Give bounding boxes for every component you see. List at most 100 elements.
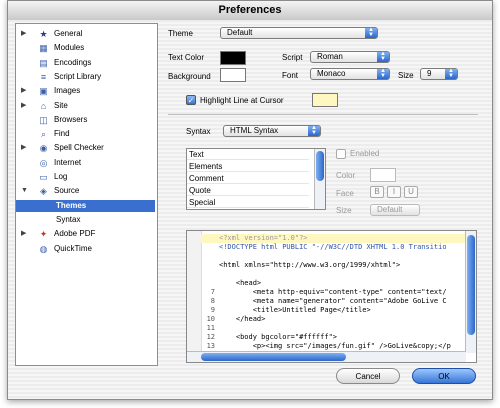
sidebar-item-syntax[interactable]: Syntax [16, 214, 155, 226]
script-popup[interactable]: Roman ▲ ▼ [310, 51, 390, 63]
sidebar-item-label: Images [54, 86, 81, 96]
sidebar-item-internet[interactable]: ◎ Internet [16, 157, 155, 169]
popup-arrows-icon: ▲ ▼ [377, 68, 389, 79]
code-horizontal-scrollbar[interactable] [187, 351, 466, 362]
sidebar-item-label: General [54, 29, 83, 38]
encodings-icon: ▤ [39, 57, 48, 68]
sidebar-item-label: Themes [56, 200, 87, 210]
enabled-checkbox[interactable] [336, 149, 346, 159]
syntax-elements-list[interactable]: Text Elements Comment Quote Special [186, 148, 326, 210]
sidebar-item-site[interactable]: ▶ ⌂ Site [16, 100, 155, 112]
sidebar-item-label: Encodings [54, 57, 92, 67]
sidebar-item-find[interactable]: ⌕ Find [16, 128, 155, 140]
script-label: Script [282, 53, 303, 62]
disclosure-closed-icon[interactable]: ▶ [21, 100, 26, 112]
sidebar-item-images[interactable]: ▶ ▣ Images [16, 85, 155, 97]
code-vertical-scrollbar[interactable] [465, 231, 476, 353]
highlight-line-checkbox[interactable]: ✓ [186, 95, 196, 105]
code-line: 11 [201, 324, 465, 333]
code-preview[interactable]: <?xml version="1.0"?> <!DOCTYPE html PUBL… [186, 230, 477, 363]
theme-label: Theme [168, 29, 193, 38]
disclosure-closed-icon[interactable]: ▶ [21, 28, 26, 40]
code-text: <body bgcolor="#ffffff"> [219, 333, 338, 341]
element-size-popup[interactable]: Default [370, 204, 420, 216]
line-number: 12 [206, 333, 215, 341]
underline-button[interactable]: U [404, 186, 418, 198]
code-line: 9 <title>Untitled Page</title> [201, 306, 465, 315]
sidebar-item-script-library[interactable]: ≡ Script Library [16, 71, 155, 83]
title-bar[interactable]: Preferences [8, 1, 492, 21]
line-number: 8 [210, 297, 215, 305]
modules-icon: ▦ [39, 43, 48, 54]
sidebar-item-label: Browsers [54, 114, 88, 124]
cancel-button[interactable]: Cancel [336, 368, 400, 384]
sidebar-item-encodings[interactable]: ▤ Encodings [16, 57, 155, 69]
code-text: <meta http-equiv="content-type" content=… [219, 288, 447, 296]
sidebar-item-quicktime[interactable]: ◍ QuickTime [16, 243, 155, 255]
font-label: Font [282, 71, 299, 80]
scroll-thumb[interactable] [467, 235, 475, 335]
syntax-popup-value: HTML Syntax [230, 126, 279, 135]
font-popup[interactable]: Monaco ▲ ▼ [310, 68, 390, 80]
color-label: Color [336, 171, 356, 180]
sidebar-item-label: Site [54, 100, 68, 110]
sidebar-item-label: Log [54, 172, 68, 181]
themes-pane: Theme Default ▲ ▼ Text Color Script Roman… [168, 23, 478, 365]
scroll-thumb[interactable] [316, 151, 324, 181]
preferences-sidebar: ▶ ★ General ▦ Modules ▤ Encodings ≡ Script Libra… [15, 23, 158, 366]
code-gutter [187, 231, 202, 362]
scroll-thumb[interactable] [201, 353, 346, 361]
size-popup-value: 9 [427, 69, 432, 78]
code-text: </head> [219, 315, 266, 323]
code-text: <title>Untitled Page</title> [219, 306, 371, 314]
list-item[interactable]: Special [187, 198, 309, 208]
italic-button[interactable]: I [387, 186, 401, 198]
background-swatch[interactable] [220, 68, 246, 82]
sidebar-item-general[interactable]: ▶ ★ General [16, 28, 155, 40]
star-icon: ★ [39, 29, 48, 39]
syntax-popup[interactable]: HTML Syntax ▲ ▼ [223, 125, 321, 137]
sidebar-item-modules[interactable]: ▦ Modules [16, 42, 155, 54]
theme-popup-value: Default [227, 28, 253, 37]
element-color-swatch[interactable] [370, 168, 396, 182]
code-line: <?xml version="1.0"?> [201, 234, 465, 243]
theme-popup[interactable]: Default ▲ ▼ [220, 27, 378, 39]
enabled-label: Enabled [350, 149, 380, 158]
disclosure-open-icon[interactable]: ▼ [21, 185, 28, 197]
sidebar-item-label: Script Library [54, 71, 102, 81]
sidebar-item-label: Internet [54, 157, 82, 167]
list-item[interactable]: Quote [187, 186, 309, 196]
text-color-swatch[interactable] [220, 51, 246, 65]
highlight-color-swatch[interactable] [312, 93, 338, 107]
sidebar-item-label: Syntax [56, 214, 81, 224]
sidebar-item-label: QuickTime [54, 243, 92, 253]
sidebar-item-spell-checker[interactable]: ▶ ◉ Spell Checker [16, 142, 155, 154]
disclosure-closed-icon[interactable]: ▶ [21, 228, 26, 240]
sidebar-item-log[interactable]: ▭ Log [16, 171, 155, 183]
code-text: <html xmlns="http://www.w3.org/1999/xhtm… [219, 261, 401, 269]
list-item[interactable]: Comment [187, 174, 309, 184]
sidebar-item-source[interactable]: ▼ ◈ Source [16, 185, 155, 197]
code-text: <p><img src="/images/fun.gif" />GoLive&c… [219, 342, 451, 350]
window-title: Preferences [218, 4, 282, 16]
sidebar-item-browsers[interactable]: ◫ Browsers [16, 114, 155, 126]
element-size-label: Size [336, 206, 352, 215]
bold-button[interactable]: B [370, 186, 384, 198]
code-line: 12 <body bgcolor="#ffffff"> [201, 333, 465, 342]
sidebar-item-adobe-pdf[interactable]: ▶ ✦ Adobe PDF [16, 228, 155, 240]
quicktime-icon: ◍ [39, 243, 48, 254]
list-item[interactable]: Text [187, 150, 309, 160]
line-number: 9 [210, 306, 215, 314]
code-line: 10 </head> [201, 315, 465, 324]
list-scrollbar[interactable] [314, 149, 325, 209]
list-item[interactable]: Elements [187, 162, 309, 172]
code-text: <head> [219, 279, 262, 287]
size-popup[interactable]: 9 ▲ ▼ [420, 68, 458, 80]
font-popup-value: Monaco [317, 69, 346, 78]
ok-button[interactable]: OK [412, 368, 476, 384]
disclosure-closed-icon[interactable]: ▶ [21, 142, 26, 154]
disclosure-closed-icon[interactable]: ▶ [21, 85, 26, 97]
sidebar-item-themes[interactable]: Themes [16, 199, 155, 212]
